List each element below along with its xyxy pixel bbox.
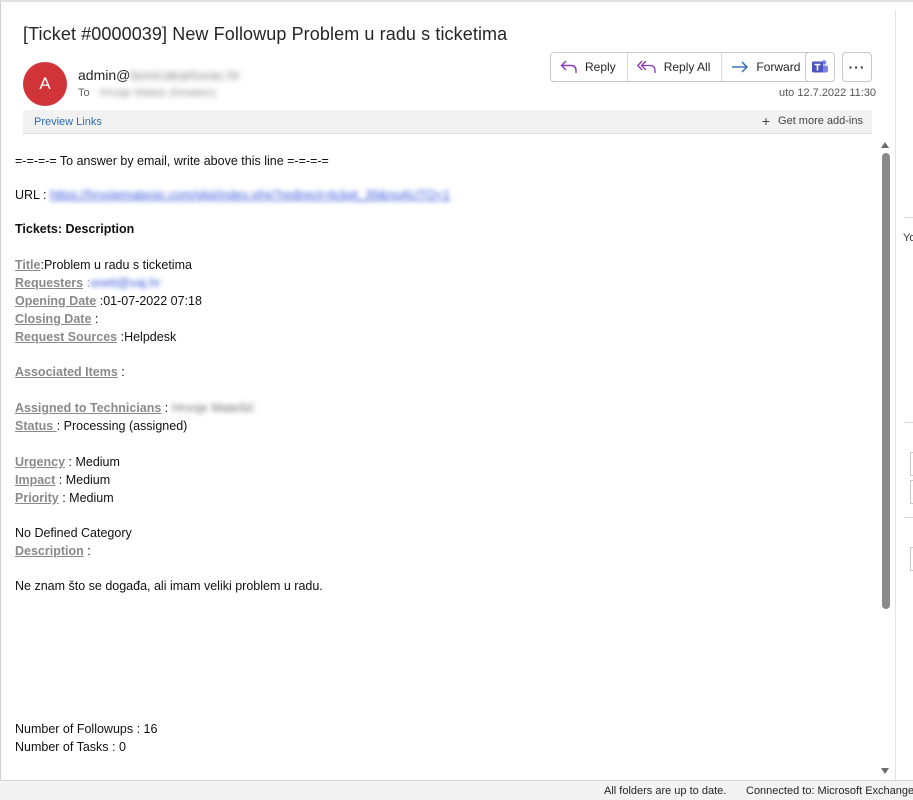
scroll-down-arrow-icon[interactable] [881, 768, 889, 774]
request-sources-value: :Helpdesk [120, 330, 177, 344]
get-more-addins-button[interactable]: + Get more add-ins [761, 112, 863, 129]
reply-all-button[interactable]: Reply All [628, 53, 723, 81]
window-left-edge [0, 2, 1, 780]
teams-icon [812, 60, 828, 73]
status-bar: All folders are up to date. Connected to… [0, 780, 913, 800]
request-sources-row: Request Sources :Helpdesk [15, 330, 176, 344]
more-actions-button[interactable]: ··· [842, 52, 872, 82]
side-pane-rule [904, 217, 913, 218]
reply-button[interactable]: Reply [551, 53, 628, 81]
window-top-border [0, 0, 913, 2]
status-value: : Processing (assigned) [56, 419, 188, 433]
priority-value: : Medium [58, 491, 114, 505]
sender-avatar[interactable]: A [23, 62, 67, 106]
technicians-row: Assigned to Technicians : Hrvoje Matešić [15, 401, 255, 415]
description-label[interactable]: Description [15, 544, 84, 558]
title-value: :Problem u radu s ticketima [40, 258, 192, 272]
avatar-initial: A [39, 74, 51, 93]
body-scrollbar[interactable] [879, 140, 893, 778]
connection-status[interactable]: Connected to: Microsoft Exchange [746, 785, 913, 797]
recipient-line: To Hrvoje Mateic (hmateic) [78, 87, 216, 99]
closing-date-label[interactable]: Closing Date [15, 312, 91, 326]
impact-row: Impact : Medium [15, 473, 110, 487]
impact-label[interactable]: Impact [15, 473, 55, 487]
status-label[interactable]: Status [15, 419, 57, 433]
scroll-thumb[interactable] [882, 153, 890, 609]
request-sources-label[interactable]: Request Sources [15, 330, 117, 344]
side-pane-rule [904, 517, 913, 518]
technicians-value: Hrvoje Matešić [171, 401, 255, 415]
opening-date-value: :01-07-2022 07:18 [99, 294, 202, 308]
opening-date-row: Opening Date :01-07-2022 07:18 [15, 294, 202, 308]
recipient-name[interactable]: Hrvoje Mateic (hmateic) [100, 87, 216, 99]
preview-links-link[interactable]: Preview Links [34, 116, 102, 128]
reply-actions: Reply Reply All Forward [550, 52, 813, 82]
urgency-row: Urgency : Medium [15, 455, 120, 469]
side-pane-rule [904, 422, 913, 423]
url-label: URL : [15, 188, 47, 202]
to-label: To [78, 87, 90, 99]
followups-count: Number of Followups : 16 [15, 722, 158, 736]
scroll-up-arrow-icon[interactable] [881, 142, 889, 148]
sender-prefix: admin@ [78, 67, 131, 83]
email-subject: [Ticket #0000039] New Followup Problem u… [23, 24, 508, 44]
opening-date-label[interactable]: Opening Date [15, 294, 96, 308]
ticket-url-link[interactable]: https://hrvojemateoic.com/glpi/index.php… [50, 188, 450, 202]
received-date: uto 12.7.2022 11:30 [779, 87, 877, 99]
closing-date-value: : [91, 312, 99, 326]
teams-button[interactable] [805, 52, 835, 82]
reply-label: Reply [585, 60, 616, 74]
tasks-count: Number of Tasks : 0 [15, 740, 126, 754]
reply-icon [560, 60, 577, 73]
addins-bar: Preview Links + Get more add-ins [23, 110, 872, 134]
reply-all-label: Reply All [663, 60, 711, 74]
title-label[interactable]: Title [15, 258, 40, 272]
requesters-label[interactable]: Requesters [15, 276, 83, 290]
plus-icon: + [761, 112, 771, 129]
urgency-value: : Medium [65, 455, 120, 469]
sync-status: All folders are up to date. [604, 785, 727, 797]
associated-items-row: Associated Items : [15, 365, 125, 379]
urgency-label[interactable]: Urgency [15, 455, 65, 469]
technicians-label[interactable]: Assigned to Technicians [15, 401, 161, 415]
more-icon: ··· [848, 59, 866, 75]
title-row: Title:Problem u radu s ticketima [15, 258, 192, 272]
side-pane-text: Yo [903, 232, 913, 244]
sender-line[interactable]: admin@bonicakarlovac.hr [78, 67, 240, 83]
impact-value: : Medium [55, 473, 111, 487]
description-row: Description : [15, 544, 91, 558]
sender-domain: bonicakarlovac.hr [130, 67, 241, 83]
closing-date-row: Closing Date : [15, 312, 98, 326]
description-value: : [83, 544, 91, 558]
category-line: No Defined Category [15, 526, 132, 540]
section-title: Tickets: Description [15, 222, 135, 236]
description-text: Ne znam što se događa, ali imam veliki p… [15, 579, 323, 593]
priority-row: Priority : Medium [15, 491, 114, 505]
associated-items-value: : [117, 365, 125, 379]
forward-label: Forward [756, 60, 801, 74]
requesters-row: Requesters :oneti@vaj.hr [15, 276, 161, 290]
get-more-addins-label: Get more add-ins [778, 115, 863, 127]
side-pane-edge: Yo [896, 2, 913, 780]
status-row: Status : Processing (assigned) [15, 419, 187, 433]
forward-arrow-icon [732, 61, 749, 73]
answer-separator: =-=-=-= To answer by email, write above … [15, 154, 329, 168]
associated-items-label[interactable]: Associated Items [15, 365, 118, 379]
reply-all-icon [636, 60, 656, 73]
url-line: URL : https://hrvojemateoic.com/glpi/ind… [15, 188, 450, 202]
requesters-value[interactable]: oneti@vaj.hr [90, 276, 160, 290]
forward-button[interactable]: Forward [722, 53, 811, 81]
priority-label[interactable]: Priority [15, 491, 59, 505]
